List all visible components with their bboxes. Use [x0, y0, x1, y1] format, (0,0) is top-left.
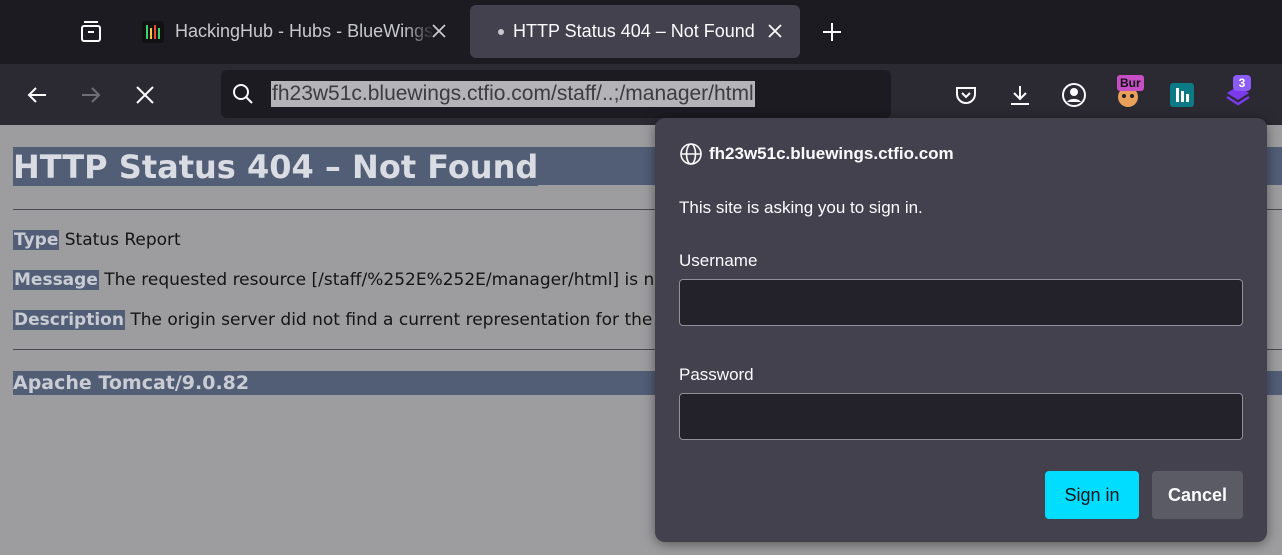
new-tab-button[interactable] — [812, 12, 852, 52]
username-label: Username — [679, 251, 758, 270]
close-tab-icon[interactable] — [764, 20, 786, 42]
download-icon — [1011, 86, 1029, 105]
password-field[interactable] — [679, 393, 1243, 440]
tab-hackinghub[interactable]: HackingHub - Hubs - BlueWings — [128, 5, 464, 58]
description-value: The origin server did not find a current… — [130, 310, 703, 330]
description-row: Description The origin server did not fi… — [13, 308, 703, 332]
hackinghub-icon — [142, 20, 164, 43]
pocket-icon — [956, 87, 976, 104]
firefox-view-icon — [81, 21, 101, 42]
navigation-toolbar: fh23w51c.bluewings.ctfio.com/staff/..;/m… — [0, 64, 1282, 125]
back-button[interactable] — [18, 76, 56, 114]
firefox-view-button[interactable] — [70, 12, 112, 52]
message-row: Message The requested resource [/staff/%… — [13, 268, 697, 292]
burp-badge: Bur — [1117, 75, 1144, 91]
close-tab-icon[interactable] — [428, 20, 450, 42]
tab-http-404[interactable]: HTTP Status 404 – Not Found — [470, 5, 800, 58]
type-label: Type — [13, 230, 60, 250]
message-label: Message — [13, 270, 99, 290]
plus-icon — [823, 23, 841, 41]
forward-button[interactable] — [72, 76, 110, 114]
dialog-host-text: fh23w51c.bluewings.ctfio.com — [709, 144, 954, 163]
account-button[interactable] — [1058, 79, 1090, 111]
auth-dialog: fh23w51c.bluewings.ctfio.com This site i… — [655, 118, 1267, 542]
username-field[interactable] — [679, 279, 1243, 326]
pocket-button[interactable] — [950, 79, 982, 111]
tab-title: HackingHub - Hubs - BlueWings — [175, 21, 434, 41]
description-label: Description — [13, 310, 125, 330]
account-icon — [1062, 83, 1086, 107]
stop-button[interactable] — [126, 76, 164, 114]
sign-in-button[interactable]: Sign in — [1045, 471, 1139, 519]
loading-dot-icon — [498, 28, 504, 35]
extension-bars-icon — [1170, 83, 1194, 107]
url-bar[interactable]: fh23w51c.bluewings.ctfio.com/staff/..;/m… — [221, 70, 891, 118]
password-label: Password — [679, 365, 754, 384]
dialog-message: This site is asking you to sign in. — [679, 198, 923, 217]
globe-icon — [680, 143, 702, 165]
search-icon — [233, 84, 253, 104]
tab-title: HTTP Status 404 – Not Found — [513, 21, 755, 41]
arrow-right-icon — [82, 87, 101, 103]
message-value: The requested resource [/staff/%252E%252… — [104, 270, 698, 290]
extension-button[interactable] — [1166, 79, 1198, 111]
type-value: Status Report — [64, 230, 181, 250]
url-text[interactable]: fh23w51c.bluewings.ctfio.com/staff/..;/m… — [271, 81, 755, 107]
extension-count-badge: 3 — [1233, 75, 1251, 91]
arrow-left-icon — [27, 87, 46, 103]
type-row: Type Status Report — [13, 228, 181, 252]
tab-strip: HackingHub - Hubs - BlueWings HTTP Statu… — [0, 0, 1282, 64]
dialog-host: fh23w51c.bluewings.ctfio.com — [679, 142, 954, 166]
cancel-button[interactable]: Cancel — [1152, 471, 1243, 519]
downloads-button[interactable] — [1004, 79, 1036, 111]
close-icon — [136, 86, 154, 104]
